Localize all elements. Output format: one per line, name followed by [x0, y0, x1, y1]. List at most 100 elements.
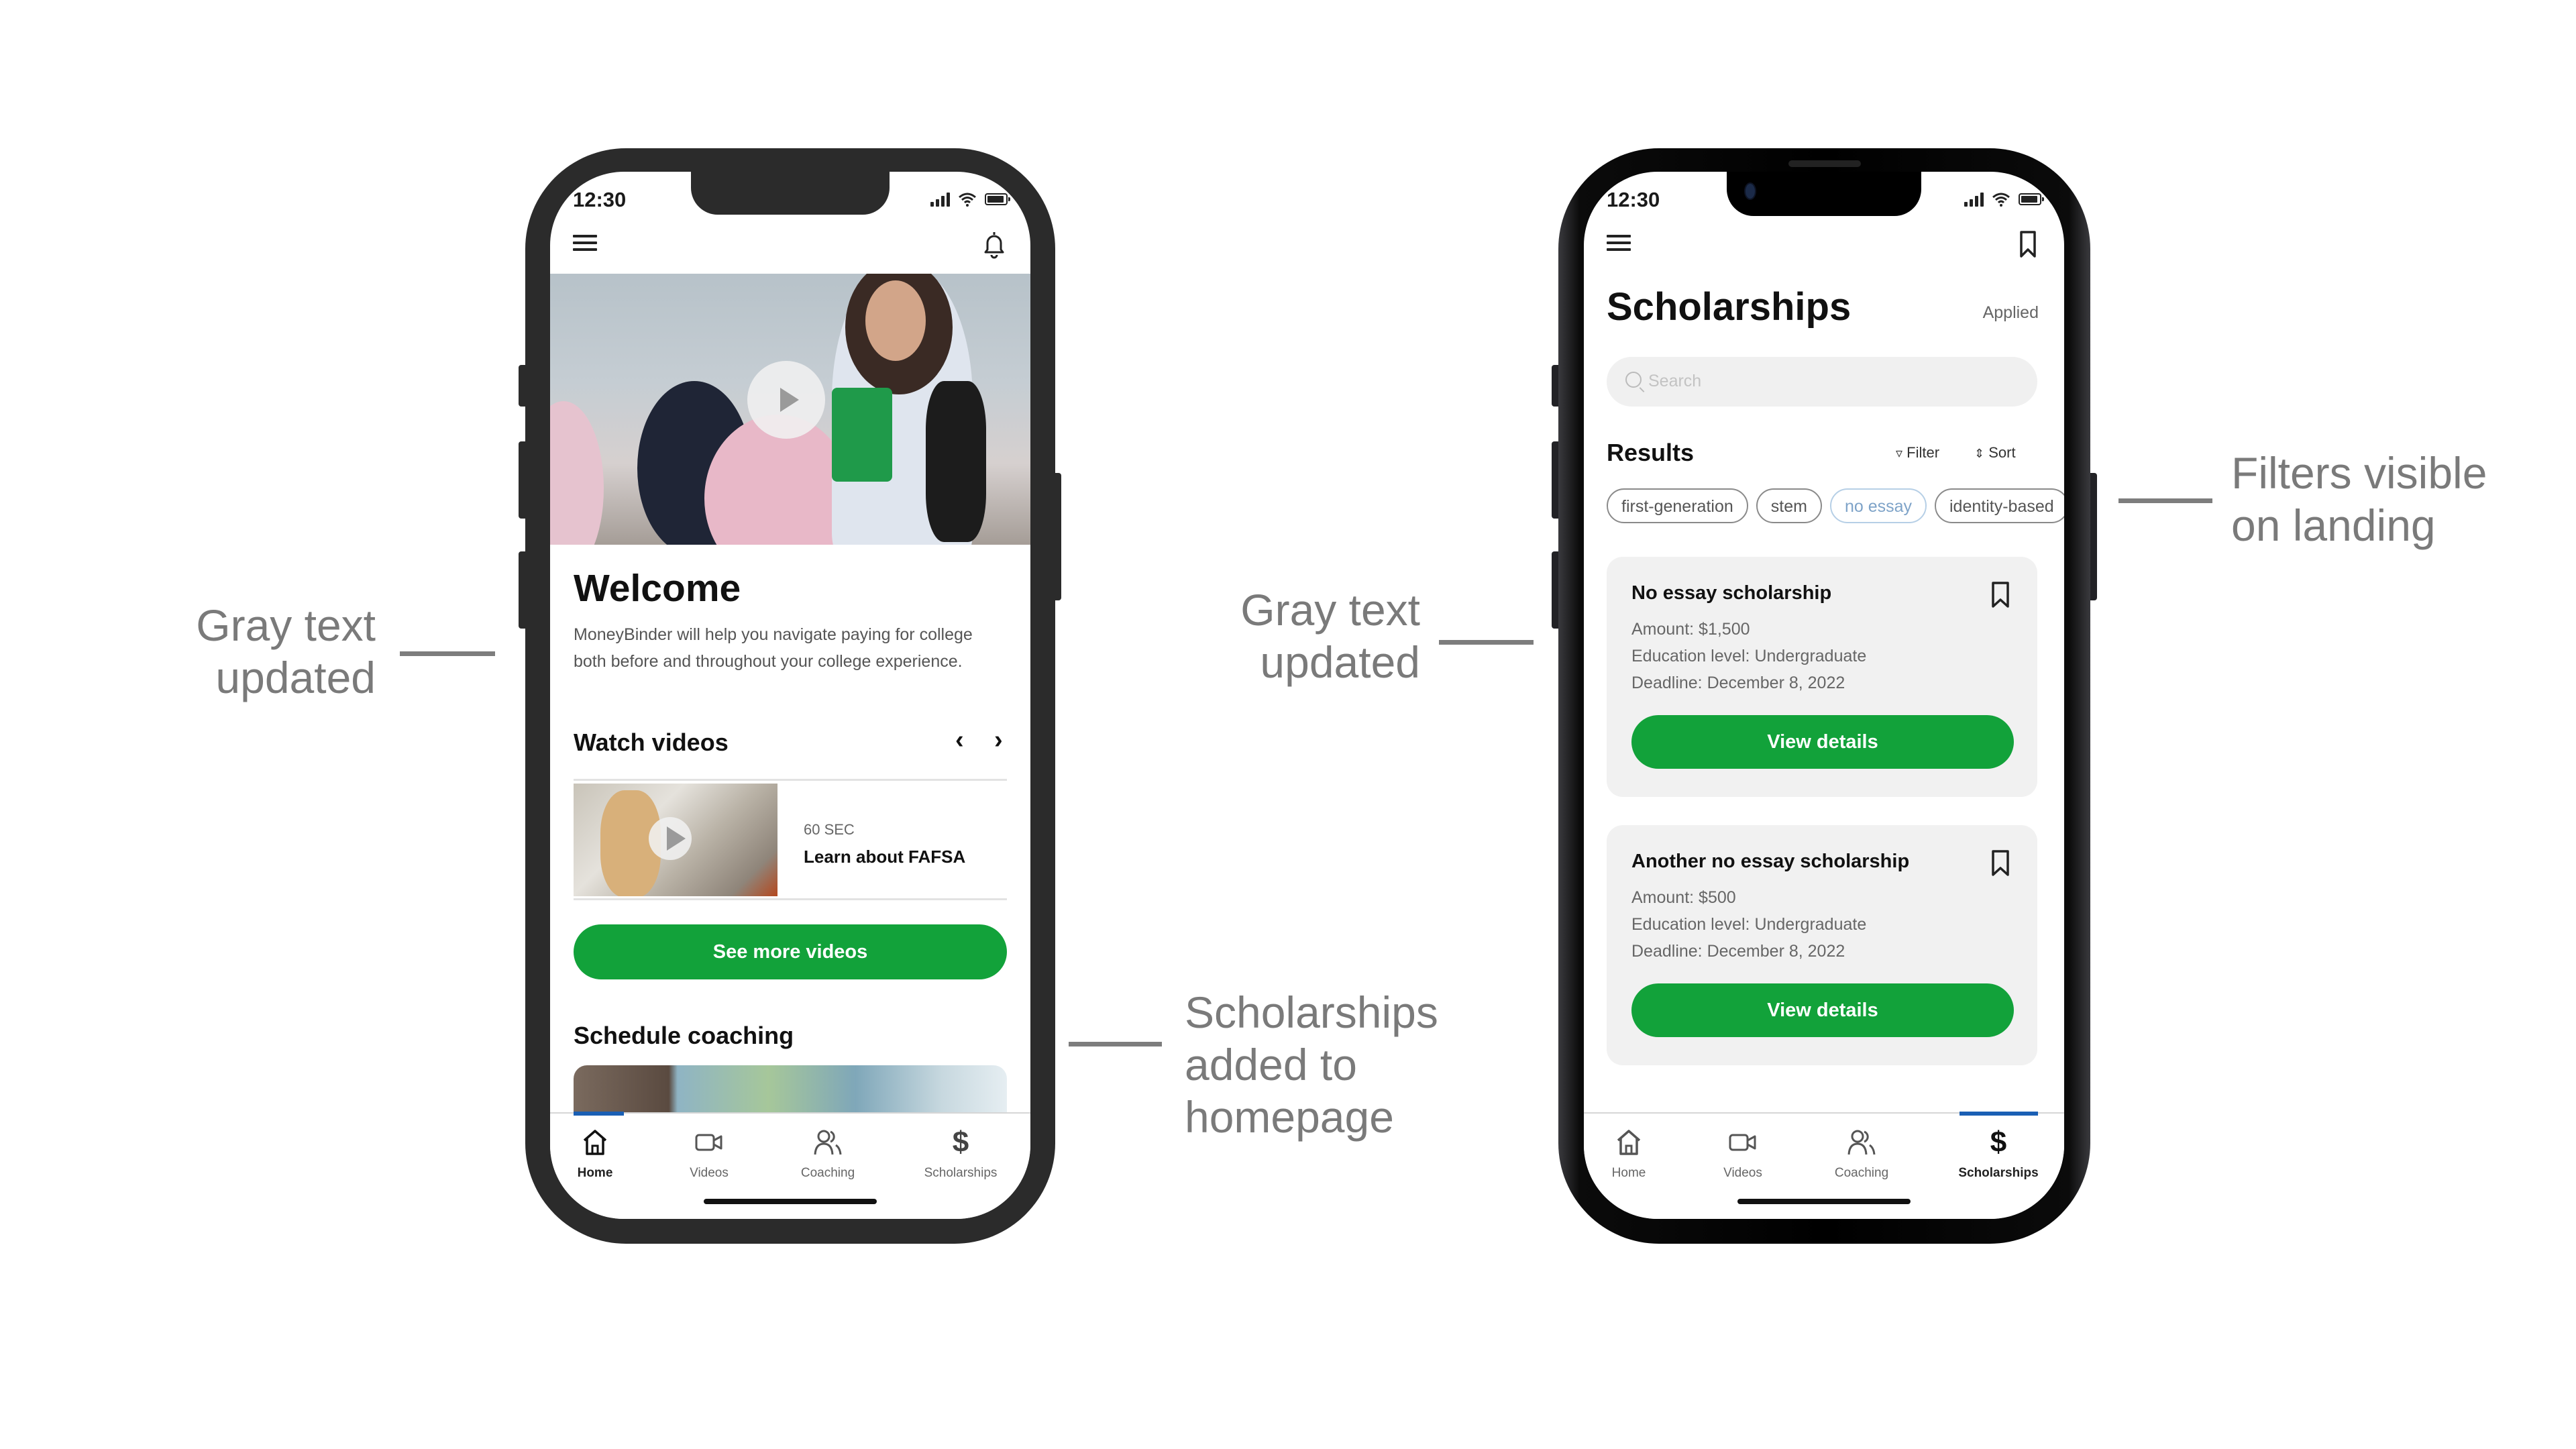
play-icon[interactable]: [649, 817, 692, 860]
battery-icon: [985, 193, 1010, 205]
home-indicator: [704, 1199, 877, 1204]
bookmark-icon[interactable]: [1990, 849, 2010, 877]
status-bar: 12:30: [573, 188, 1010, 215]
filter-label: Filter: [1907, 444, 1940, 461]
applied-link[interactable]: Applied: [1983, 303, 2039, 323]
people-icon: [1847, 1130, 1876, 1155]
search-input[interactable]: Search: [1607, 357, 2037, 407]
schedule-coaching-title: Schedule coaching: [574, 1022, 794, 1049]
tab-label: Home: [577, 1166, 613, 1180]
bookmark-icon[interactable]: [2015, 229, 2041, 259]
filter-icon: ▿: [1896, 446, 1903, 461]
view-details-button[interactable]: View details: [1631, 983, 2014, 1037]
tab-home[interactable]: Home: [550, 1126, 649, 1181]
watch-videos-title: Watch videos: [574, 729, 729, 756]
tab-scholarships[interactable]: $ Scholarships: [907, 1126, 1014, 1181]
active-tab-indicator: [1960, 1112, 2038, 1116]
search-placeholder: Search: [1648, 372, 1702, 390]
tab-videos[interactable]: Videos: [655, 1126, 763, 1181]
hamburger-menu-icon[interactable]: [1607, 235, 1631, 251]
chip-no-essay[interactable]: no essay: [1829, 488, 1927, 523]
annotation-line-2: added to: [1185, 1040, 1357, 1089]
annotation-line-2: updated: [1260, 637, 1420, 687]
video-title[interactable]: Learn about FAFSA: [804, 847, 965, 867]
scholarship-card: Another no essay scholarship Amount: $50…: [1607, 825, 2037, 1065]
dollar-icon: $: [1990, 1126, 2007, 1159]
annotation-line-1: Gray text: [1240, 585, 1420, 635]
hero-video-image[interactable]: [550, 274, 1030, 545]
card-deadline: Deadline: December 8, 2022: [1631, 942, 1845, 961]
annotation-connector-filters: [2118, 498, 2212, 503]
active-tab-indicator: [574, 1112, 624, 1116]
annotation-gray-text-middle: Gray text updated: [1234, 584, 1420, 688]
sort-button[interactable]: ⇕ Sort: [1974, 444, 2016, 462]
wifi-icon: [1992, 193, 2010, 207]
hero-face: [865, 280, 926, 361]
bookmark-icon[interactable]: [1990, 581, 2010, 609]
tab-label: Coaching: [1834, 1166, 1889, 1180]
page-title: Scholarships: [1607, 285, 1851, 329]
tab-scholarships[interactable]: $ Scholarships: [1945, 1126, 2052, 1181]
tab-videos[interactable]: Videos: [1689, 1126, 1796, 1181]
card-education-level: Education level: Undergraduate: [1631, 915, 1867, 934]
card-deadline: Deadline: December 8, 2022: [1631, 674, 1845, 692]
top-app-bar: [1607, 227, 2041, 260]
chip-first-generation[interactable]: first-generation: [1607, 488, 1748, 523]
bell-icon[interactable]: [981, 229, 1008, 259]
card-title[interactable]: No essay scholarship: [1631, 582, 1831, 604]
filter-button[interactable]: ▿ Filter: [1896, 444, 1939, 462]
divider: [574, 779, 1007, 781]
annotation-filters-visible: Filters visible on landing: [2231, 447, 2533, 551]
chip-stem[interactable]: stem: [1756, 488, 1822, 523]
sort-label: Sort: [1988, 444, 2016, 461]
annotation-line-3: homepage: [1185, 1092, 1394, 1142]
home-icon: [1617, 1130, 1641, 1155]
chevron-right-icon[interactable]: ›: [994, 726, 1003, 755]
welcome-title: Welcome: [574, 567, 741, 610]
tab-label: Scholarships: [1958, 1166, 2039, 1180]
signal-icon: [930, 192, 950, 207]
home-phone-mockup: 12:30 Welcome MoneyBinder will help you …: [525, 148, 1055, 1244]
scholarship-card: No essay scholarship Amount: $1,500 Educ…: [1607, 557, 2037, 797]
annotation-line-2: on landing: [2231, 500, 2436, 550]
status-time: 12:30: [1607, 188, 1660, 211]
annotation-scholarships-added: Scholarships added to homepage: [1185, 986, 1466, 1143]
chevron-left-icon[interactable]: ‹: [955, 726, 964, 755]
home-icon: [583, 1130, 607, 1155]
see-more-videos-button[interactable]: See more videos: [574, 924, 1007, 979]
view-details-button[interactable]: View details: [1631, 715, 2014, 769]
hero-backpack: [926, 381, 986, 542]
tab-coaching[interactable]: Coaching: [774, 1126, 881, 1181]
dollar-icon: $: [952, 1126, 969, 1159]
hero-person-left: [550, 401, 604, 545]
status-bar: 12:30: [1607, 188, 2044, 215]
card-amount: Amount: $500: [1631, 888, 1736, 907]
tab-label: Home: [1611, 1166, 1646, 1180]
hero-notebook: [832, 388, 892, 482]
bottom-tab-bar: Home Videos Coaching $ Scholarships: [1584, 1112, 2064, 1219]
bottom-tab-bar: Home Videos Coaching $ Scholarships: [550, 1112, 1030, 1219]
annotation-line-2: updated: [215, 653, 376, 702]
video-thumbnail[interactable]: [574, 784, 777, 896]
video-camera-icon: [695, 1134, 722, 1151]
divider: [574, 898, 1007, 900]
tab-coaching[interactable]: Coaching: [1808, 1126, 1915, 1181]
search-icon: [1625, 372, 1642, 388]
chip-identity-based[interactable]: identity-based: [1935, 488, 2064, 523]
welcome-description: MoneyBinder will help you navigate payin…: [574, 625, 973, 671]
hamburger-menu-icon[interactable]: [573, 235, 597, 251]
annotation-line-1: Gray text: [196, 600, 376, 650]
card-education-level: Education level: Undergraduate: [1631, 647, 1867, 665]
card-amount: Amount: $1,500: [1631, 620, 1750, 639]
battery-icon: [2019, 193, 2044, 205]
filter-chips: first-generation stem no essay identity-bas…: [1607, 488, 2064, 523]
scholarships-screen: 12:30 Scholarships Applied Search Result…: [1584, 172, 2064, 1219]
play-icon[interactable]: [747, 361, 825, 439]
home-indicator: [1737, 1199, 1911, 1204]
tab-home[interactable]: Home: [1584, 1126, 1682, 1181]
annotation-line-1: Filters visible: [2231, 448, 2487, 498]
card-title[interactable]: Another no essay scholarship: [1631, 851, 1909, 873]
results-heading: Results: [1607, 439, 1695, 466]
top-app-bar: [573, 227, 1008, 260]
coaching-image[interactable]: [574, 1065, 1007, 1112]
